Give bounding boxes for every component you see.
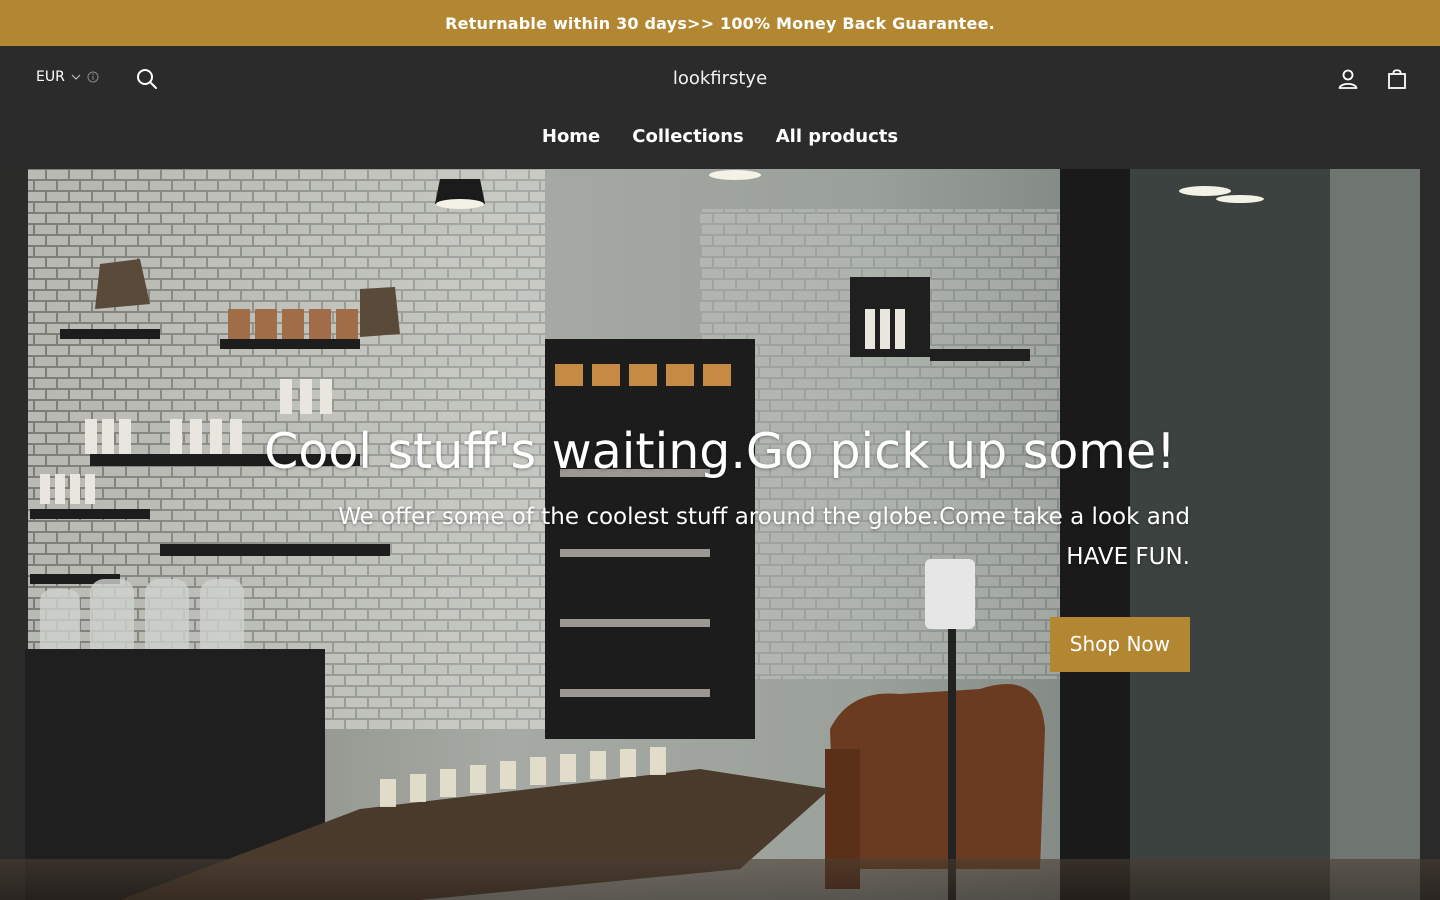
announcement-bar: Returnable within 30 days>> 100% Money B…: [0, 0, 1440, 46]
search-icon[interactable]: [136, 68, 158, 90]
shopping-bag-icon[interactable]: [1386, 68, 1408, 90]
announcement-text: Returnable within 30 days>> 100% Money B…: [445, 13, 995, 33]
currency-label: EUR: [36, 69, 65, 85]
hero-subtitle: We offer some of the coolest stuff aroun…: [338, 504, 1190, 570]
hero-title: Cool stuff's waiting.Go pick up some!: [264, 423, 1176, 480]
main-navigation: Home Collections All products: [0, 126, 1440, 147]
nav-item-home[interactable]: Home: [542, 126, 600, 147]
nav-item-collections[interactable]: Collections: [632, 126, 743, 147]
nav-item-all-products[interactable]: All products: [776, 126, 898, 147]
brand-wrapper: lookfirstye: [0, 68, 1440, 89]
site-header: EUR lookfirstye Home Collections All pro…: [0, 46, 1440, 169]
info-icon[interactable]: [87, 71, 99, 83]
shop-now-button[interactable]: Shop Now: [1049, 617, 1190, 672]
header-top-row: EUR lookfirstye: [0, 46, 1440, 114]
currency-selector[interactable]: EUR: [36, 69, 99, 85]
user-icon[interactable]: [1337, 68, 1359, 90]
hero-banner: Cool stuff's waiting.Go pick up some! We…: [0, 169, 1440, 900]
chevron-down-icon: [71, 74, 81, 80]
brand-logo-text[interactable]: lookfirstye: [673, 68, 767, 89]
hero-content: Cool stuff's waiting.Go pick up some! We…: [250, 421, 1190, 672]
